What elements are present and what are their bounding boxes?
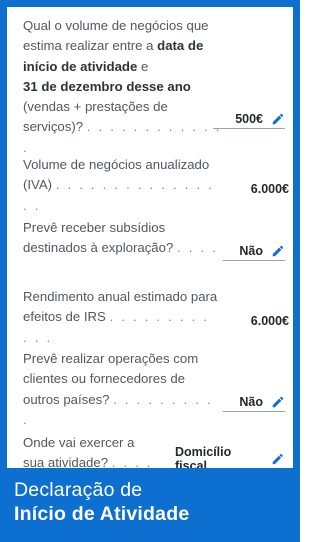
pencil-icon[interactable] — [271, 395, 285, 409]
question-subsidies: Prevê receber subsídios destinados à exp… — [23, 218, 291, 262]
question-irs: Rendimento anual estimado para efeitos d… — [23, 287, 291, 345]
question-foreign: Prevê realizar operações com clientes ou… — [23, 349, 291, 427]
question-annualized-text: Volume de negócios anualizado (IVA) . . … — [23, 155, 219, 216]
questions-list: Qual o volume de negócios que estima rea… — [23, 16, 291, 477]
leader-dots: . . . . . . . . . . . . . . . . — [23, 177, 215, 213]
banner-title-line-2: Início de Atividade — [14, 503, 190, 525]
question-volume-part-3: e — [137, 58, 149, 74]
foreign-answer-field[interactable]: Não — [223, 395, 285, 412]
title-banner: Declaração de Início de Atividade — [0, 468, 300, 542]
question-subsidies-text: Prevê receber subsídios destinados à exp… — [23, 218, 219, 259]
question-volume-part-4: 31 de dezembro desse ano — [23, 78, 191, 94]
question-annualized: Volume de negócios anualizado (IVA) . . … — [23, 155, 291, 213]
question-irs-text: Rendimento anual estimado para efeitos d… — [23, 287, 219, 348]
question-volume-text: Qual o volume de negócios que estima rea… — [23, 16, 223, 158]
irs-answer-value: 6.000€ — [250, 314, 289, 328]
pencil-icon[interactable] — [271, 244, 285, 258]
annualized-answer: 6.000€ — [245, 182, 289, 198]
question-volume: Qual o volume de negócios que estima rea… — [23, 16, 291, 155]
app-frame: Qual o volume de negócios que estima rea… — [0, 0, 300, 542]
subsidies-answer-field[interactable]: Não — [223, 244, 285, 261]
irs-answer: 6.000€ — [245, 314, 289, 330]
question-subsidies-label: Prevê receber subsídios destinados à exp… — [23, 220, 174, 256]
banner-title-line-1: Declaração de — [14, 479, 143, 501]
foreign-answer-value: Não — [239, 395, 263, 409]
volume-answer-value: 500€ — [235, 112, 263, 126]
leader-dots: . . . . — [176, 240, 219, 256]
subsidies-answer-value: Não — [239, 244, 263, 258]
pencil-icon[interactable] — [271, 452, 285, 466]
question-foreign-text: Prevê realizar operações com clientes ou… — [23, 349, 219, 430]
pencil-icon[interactable] — [271, 112, 285, 126]
volume-answer-field[interactable]: 500€ — [213, 112, 285, 129]
annualized-answer-value: 6.000€ — [250, 182, 289, 196]
